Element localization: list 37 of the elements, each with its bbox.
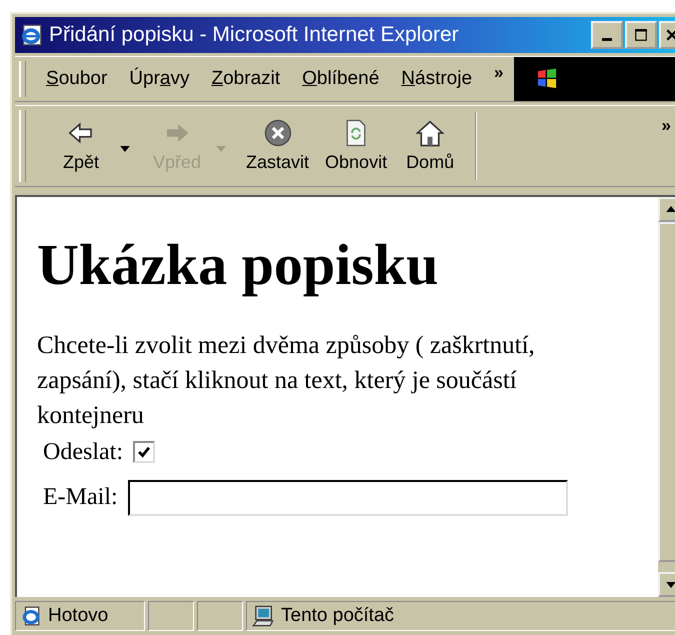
email-label: E-Mail: [43, 484, 118, 512]
menu-item[interactable]: Úpravy [129, 68, 190, 90]
menu-item[interactable]: Soubor [46, 68, 108, 90]
home-icon [415, 118, 446, 148]
up-arrow-icon [666, 206, 675, 212]
check-icon [136, 445, 151, 460]
send-checkbox[interactable] [132, 441, 155, 464]
down-arrow-icon [666, 582, 675, 588]
window-title: Přidání popisku - Microsoft Internet Explorer [49, 22, 460, 47]
toolbar-grip[interactable] [19, 110, 26, 182]
paragraph: Chcete-li zvolit mezi dvěma způsoby ( zaškrtnutí, zapsání), stačí kliknout na text, který je součástí kontejneru [37, 330, 536, 431]
checkbox-label: Odeslat: [43, 438, 123, 466]
email-field[interactable] [128, 480, 568, 516]
stop-icon [262, 118, 293, 148]
zone-text: Tento počítač [281, 605, 394, 628]
toolbar-button[interactable]: Domů [395, 116, 466, 176]
page-heading: Ukázka popisku [37, 230, 440, 298]
toolbar-button[interactable]: Zastavit [238, 116, 318, 176]
page-icon [20, 605, 42, 628]
maximize-button[interactable] [625, 20, 657, 49]
toolbar-grip[interactable] [19, 60, 26, 97]
close-icon [665, 28, 675, 42]
maximize-icon [634, 28, 648, 42]
menu-item[interactable]: Nástroje [401, 68, 472, 90]
toolbar-button[interactable]: Obnovit [317, 116, 396, 176]
menu-item[interactable]: Oblíbené [302, 68, 380, 90]
status-pane [197, 601, 243, 631]
computer-icon [251, 604, 275, 628]
minimize-icon [602, 38, 612, 42]
browser-icon [19, 22, 43, 47]
minimize-button[interactable] [591, 20, 623, 49]
status-text: Hotovo [48, 605, 108, 628]
menu-item[interactable]: Zobrazit [212, 68, 280, 90]
more-chevron[interactable]: » [494, 62, 504, 83]
toolbar-button[interactable]: Zpět [46, 116, 116, 176]
more-chevron[interactable]: » [662, 116, 671, 136]
status-pane [148, 601, 194, 631]
